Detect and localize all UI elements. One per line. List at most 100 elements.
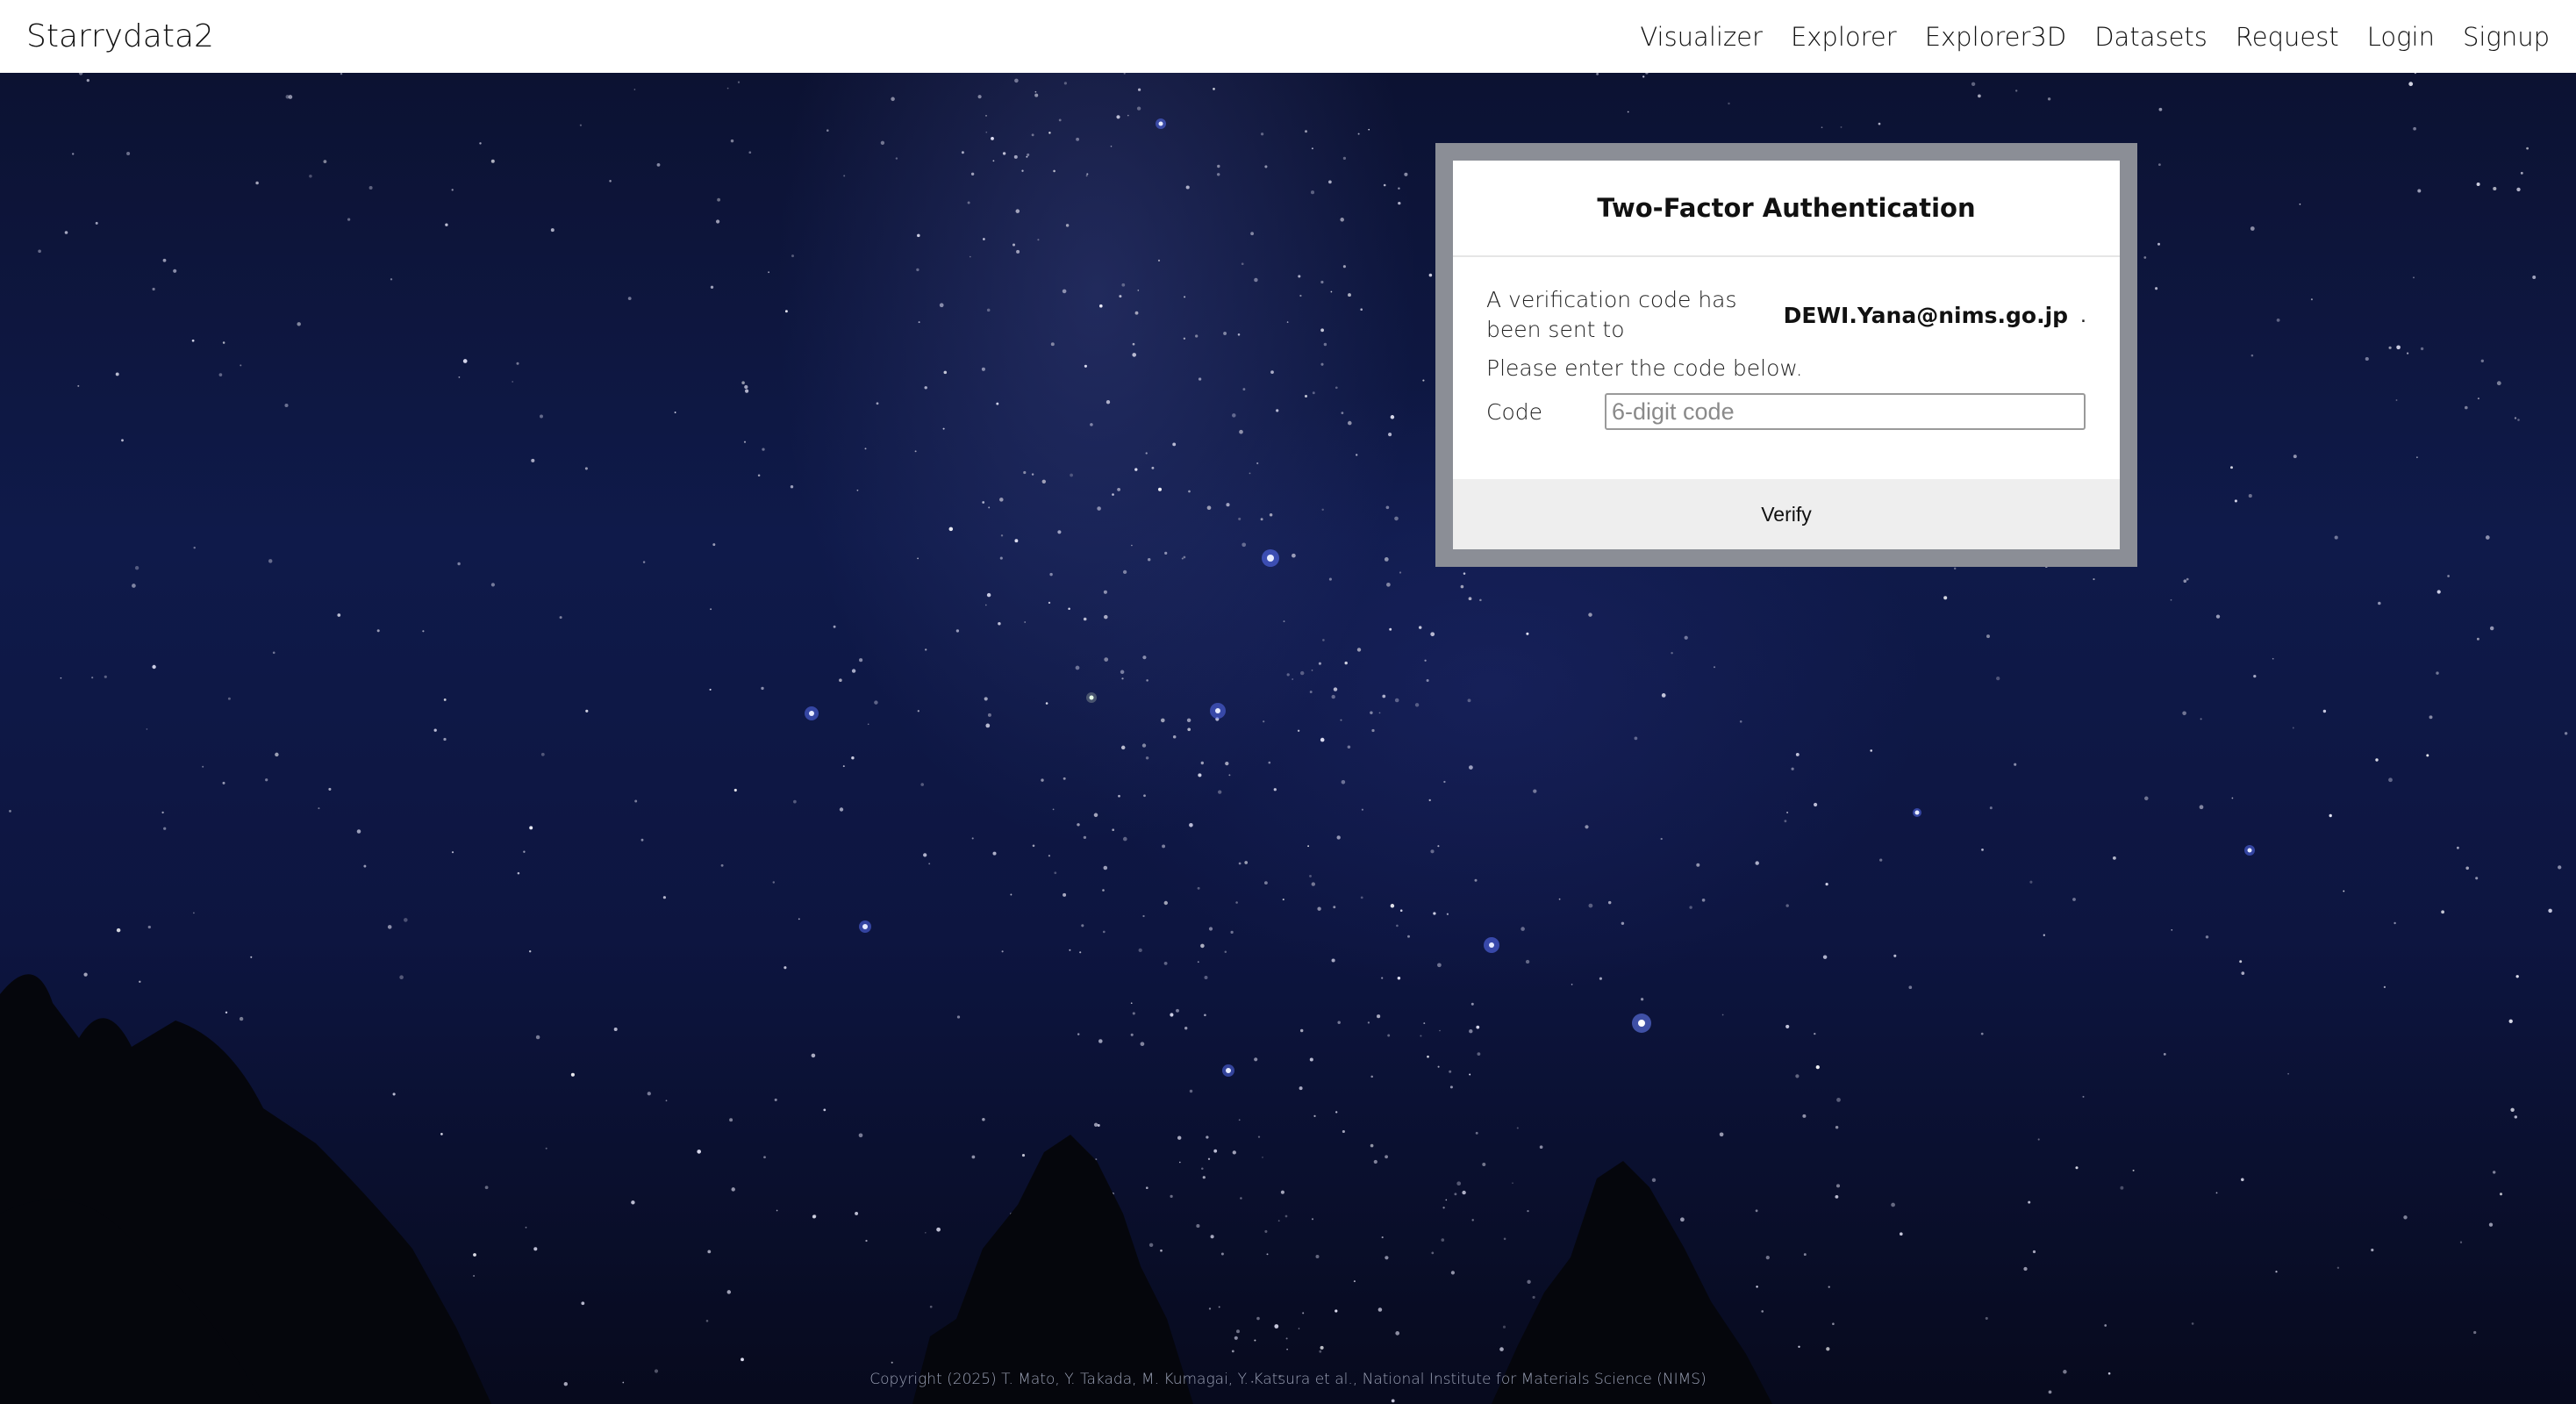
star — [1083, 617, 1087, 621]
star — [1216, 173, 1220, 176]
nav-link-login[interactable]: Login — [2367, 22, 2435, 52]
starfield-image — [0, 73, 2568, 1404]
star — [2183, 579, 2187, 583]
star — [1106, 400, 1111, 405]
star — [1283, 620, 1285, 623]
star — [126, 152, 131, 155]
star — [967, 201, 970, 204]
star — [337, 613, 341, 617]
star — [914, 450, 917, 453]
star — [1140, 1042, 1145, 1047]
star — [1728, 102, 1730, 105]
star — [2403, 1215, 2408, 1220]
star — [1075, 665, 1080, 670]
nav-link-request[interactable]: Request — [2236, 22, 2339, 52]
verify-button[interactable]: Verify — [1756, 502, 1817, 527]
star — [1232, 413, 1236, 418]
star — [768, 271, 770, 274]
star — [1422, 379, 1425, 382]
star — [1428, 799, 1431, 802]
star — [710, 608, 712, 611]
star — [843, 175, 846, 177]
star — [1539, 1145, 1543, 1150]
star — [1304, 394, 1308, 398]
star — [1063, 892, 1067, 897]
star — [1798, 1345, 1800, 1348]
star — [1814, 1032, 1816, 1035]
code-input[interactable] — [1605, 393, 2086, 430]
star — [1079, 951, 1082, 954]
star — [104, 675, 107, 678]
star — [1241, 542, 1247, 548]
star — [709, 688, 712, 691]
star — [193, 546, 196, 549]
star — [762, 448, 765, 451]
star — [2514, 1115, 2518, 1119]
star — [1172, 442, 1177, 447]
star — [1292, 553, 1296, 558]
star — [584, 467, 588, 470]
star — [1348, 420, 1352, 426]
star — [2459, 1241, 2463, 1243]
star — [284, 403, 289, 408]
star — [1238, 517, 1241, 520]
nav-link-signup[interactable]: Signup — [2463, 22, 2550, 52]
star — [1313, 1114, 1316, 1118]
star — [91, 677, 94, 679]
star — [1430, 632, 1435, 637]
star — [240, 364, 242, 367]
star — [1164, 551, 1168, 555]
star — [2253, 674, 2257, 678]
star — [705, 1320, 709, 1322]
star — [1132, 1012, 1135, 1015]
star — [2157, 163, 2161, 167]
star — [529, 950, 532, 953]
star — [1077, 1033, 1080, 1035]
star — [1377, 1014, 1381, 1019]
star — [1427, 1055, 1429, 1058]
star — [999, 498, 1004, 502]
star — [2112, 856, 2116, 860]
star — [2564, 732, 2568, 735]
star — [1160, 1249, 1163, 1252]
star — [1423, 1022, 1426, 1025]
star — [1482, 1163, 1486, 1166]
star — [757, 474, 761, 476]
instruction-text: Please enter the code below. — [1486, 355, 1803, 381]
nav-link-explorer3d[interactable]: Explorer3D — [1925, 22, 2067, 52]
star — [1138, 948, 1142, 953]
star — [2388, 346, 2392, 349]
star — [1177, 1135, 1182, 1140]
star — [2293, 455, 2297, 459]
star — [443, 698, 447, 701]
star — [1048, 132, 1051, 134]
nav-links: Visualizer Explorer Explorer3D Datasets … — [1640, 22, 2550, 52]
star — [1068, 607, 1070, 611]
star — [64, 231, 68, 234]
star — [1381, 977, 1384, 979]
star — [1083, 835, 1087, 840]
star — [647, 1092, 651, 1096]
message-period: . — [2080, 302, 2086, 327]
brand-logo-link[interactable]: Starrydata2 — [26, 18, 214, 54]
star — [923, 853, 927, 857]
nav-link-visualizer[interactable]: Visualizer — [1640, 22, 1763, 52]
star — [984, 697, 988, 701]
star — [1170, 1013, 1174, 1017]
nav-link-datasets[interactable]: Datasets — [2094, 22, 2207, 52]
star — [1142, 655, 1147, 660]
nav-link-explorer[interactable]: Explorer — [1791, 22, 1897, 52]
star — [1426, 678, 1429, 683]
star — [865, 1239, 868, 1243]
star — [1821, 126, 1823, 129]
star — [1195, 334, 1199, 338]
star — [876, 402, 879, 405]
star — [2371, 1248, 2374, 1252]
star — [917, 710, 919, 713]
star — [559, 616, 562, 620]
star — [1469, 765, 1473, 770]
night-sky-background — [0, 73, 2576, 1404]
star — [1132, 353, 1137, 357]
star — [1137, 88, 1141, 91]
star — [1027, 153, 1030, 156]
